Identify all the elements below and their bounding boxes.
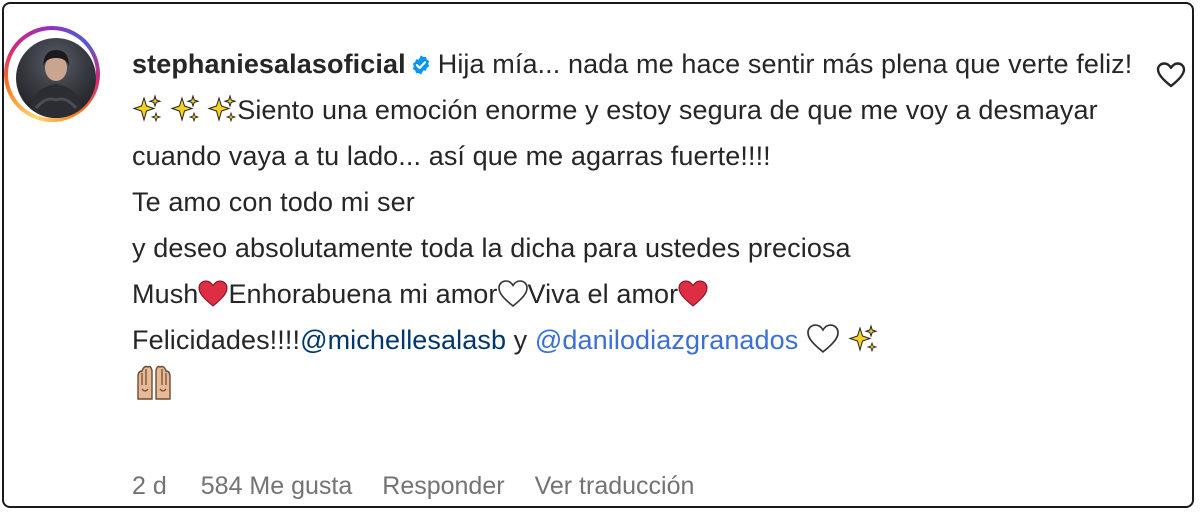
white-heart-icon (807, 324, 839, 353)
comment-word-mush: Mush (132, 279, 199, 309)
mention-link-michellesalasb[interactable]: @michellesalasb (300, 325, 506, 355)
red-heart-icon (198, 280, 228, 307)
reply-button[interactable]: Responder (382, 472, 504, 501)
see-translation-button[interactable]: Ver traducción (535, 472, 695, 501)
profile-photo-icon (28, 50, 84, 118)
comment-line-deseo: y deseo absolutamente toda la dicha para… (132, 233, 851, 263)
comment-line-te-amo: Te amo con todo mi ser (132, 187, 415, 217)
raised-hands-icon (137, 365, 171, 400)
comment-enhorabuena: Enhorabuena mi amor (228, 279, 498, 309)
comment-conjunction: y (506, 325, 535, 355)
comment-text-part-1: Hija mía... nada me hace sentir más plen… (437, 49, 1133, 79)
sparkles-icon (848, 324, 878, 353)
comment-felicidades: Felicidades!!!! (132, 325, 301, 355)
like-heart-icon[interactable] (1156, 60, 1186, 90)
verified-badge-icon (412, 55, 429, 75)
likes-count-link[interactable]: 584 Me gusta (201, 472, 353, 501)
comment-body: stephaniesalasoficial Hija mía... nada me… (132, 41, 1142, 410)
red-heart-icon (678, 280, 708, 307)
sparkles-icon (170, 94, 200, 123)
story-ring[interactable] (4, 26, 100, 122)
white-heart-icon (497, 280, 528, 308)
comment-card: stephaniesalasoficial Hija mía... nada me… (2, 2, 1194, 508)
avatar[interactable] (16, 38, 96, 118)
mention-link-danilodiazgranados[interactable]: @danilodiazgranados (535, 325, 799, 355)
comment-viva: Viva el amor (527, 279, 679, 309)
username-link[interactable]: stephaniesalasoficial (132, 49, 406, 79)
comment-text-part-2: Siento una emoción enorme y estoy segura… (132, 95, 1098, 171)
sparkles-icon (207, 94, 237, 123)
sparkles-icon (132, 94, 162, 123)
comment-footer: 2 d 584 Me gusta Responder Ver traducció… (132, 472, 724, 501)
comment-timestamp[interactable]: 2 d (132, 472, 167, 501)
